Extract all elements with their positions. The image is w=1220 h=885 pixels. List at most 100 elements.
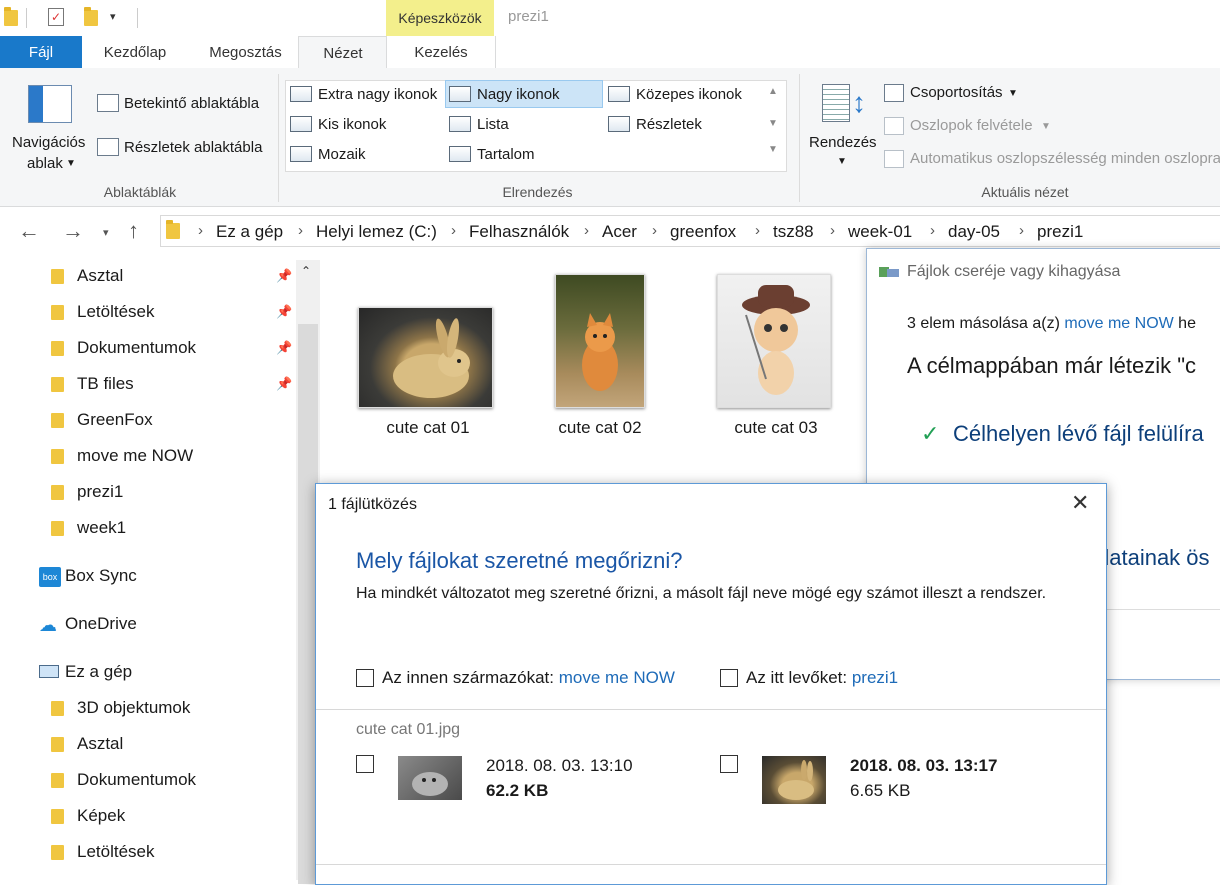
chevron-down-icon[interactable]: ▼ [66,158,76,169]
sidebar-item-quick-access[interactable]: prezi1 [77,482,123,502]
layout-small-icons[interactable]: Kis ikonok [318,116,386,133]
tab-share[interactable]: Megosztás [198,36,293,68]
file-name-label[interactable]: cute cat 03 [717,418,835,438]
gallery-scroll-up-icon[interactable]: ▲ [768,86,778,97]
keep-destination-label[interactable]: Az itt levőket: prezi1 [746,668,898,688]
sidebar-item-pc-folder[interactable]: 3D objektumok [77,698,190,718]
sidebar-item-pc-folder[interactable]: Képek [77,806,125,826]
replace-option[interactable]: Célhelyen lévő fájl felülíra [953,421,1204,447]
file-thumbnail[interactable] [555,274,645,408]
computer-icon [39,665,59,678]
tab-file[interactable]: Fájl [0,36,82,68]
destination-file-checkbox[interactable] [720,755,738,773]
breadcrumb-item[interactable]: Felhasználók [469,222,569,242]
customize-quick-access-icon[interactable]: ▾ [110,10,116,23]
group-by-button[interactable]: Csoportosítás [910,84,1003,101]
breadcrumb-item[interactable]: Helyi lemez (C:) [316,222,437,242]
tab-manage[interactable]: Kezelés [386,36,496,68]
breadcrumb-chevron-icon[interactable]: › [830,222,835,239]
sidebar-item-quick-access[interactable]: week1 [77,518,126,538]
sidebar-item-quick-access[interactable]: move me NOW [77,446,193,466]
close-icon[interactable]: ✕ [1071,490,1089,516]
breadcrumb-chevron-icon[interactable]: › [755,222,760,239]
sidebar-item-pc-folder[interactable]: Letöltések [77,842,155,862]
add-columns-button[interactable]: Oszlopok felvétele [910,117,1033,134]
autosize-columns-button[interactable]: Automatikus oszlopszélesség minden oszlo… [910,150,1220,167]
sidebar-item-quick-access[interactable]: TB files [77,374,134,394]
sidebar-item-quick-access[interactable]: Asztal [77,266,123,286]
file-thumbnail[interactable] [358,307,493,408]
breadcrumb-item[interactable]: week-01 [848,222,912,242]
gallery-scroll-down-icon[interactable]: ▼ [768,118,778,129]
keep-source-label[interactable]: Az innen származókat: move me NOW [382,668,675,688]
new-folder-icon[interactable] [84,7,98,26]
source-folder-link[interactable]: move me NOW [559,668,675,687]
layout-list[interactable]: Lista [477,116,509,133]
back-arrow-icon[interactable]: ← [18,218,40,244]
scroll-up-icon[interactable]: ⌃ [301,264,311,278]
layout-extra-large-icons[interactable]: Extra nagy ikonok [318,86,437,103]
up-arrow-icon[interactable]: ↑ [128,218,139,244]
breadcrumb-chevron-icon[interactable]: › [584,222,589,239]
dialog-title: Fájlok cseréje vagy kihagyása [907,263,1121,280]
sort-button[interactable]: Rendezés [809,134,877,151]
details-pane-button[interactable]: Részletek ablaktábla [124,139,262,156]
file-thumbnail[interactable] [717,274,831,408]
navigation-pane-label-2[interactable]: ablak [27,155,63,172]
breadcrumb-item[interactable]: prezi1 [1037,222,1083,242]
sidebar-item-box-sync[interactable]: Box Sync [65,566,137,586]
destination-folder-link[interactable]: prezi1 [852,668,898,687]
gallery-expand-icon[interactable]: ▼ [768,144,778,155]
sidebar-item-quick-access[interactable]: GreenFox [77,410,153,430]
source-file-checkbox[interactable] [356,755,374,773]
breadcrumb-chevron-icon[interactable]: › [298,222,303,239]
breadcrumb-item[interactable]: Acer [602,222,637,242]
breadcrumb-item[interactable]: day-05 [948,222,1000,242]
keep-destination-checkbox[interactable] [720,669,738,687]
chevron-down-icon[interactable]: ▼ [1041,121,1051,132]
preview-pane-button[interactable]: Betekintő ablaktábla [124,95,259,112]
tab-home[interactable]: Kezdőlap [90,36,180,68]
navigation-pane-label[interactable]: Navigációs [12,134,85,151]
sidebar-item-pc-folder[interactable]: Dokumentumok [77,770,196,790]
context-tab-picture-tools: Képeszközök [386,0,494,36]
sidebar-item-onedrive[interactable]: OneDrive [65,614,137,634]
compare-option-partial[interactable]: datainak ös [1097,545,1210,571]
destination-file-thumbnail[interactable] [762,756,826,804]
source-file-thumbnail[interactable] [398,756,462,800]
properties-icon[interactable]: ✓ [48,8,64,26]
file-name-label[interactable]: cute cat 01 [358,418,498,438]
exists-message: A célmappában már létezik "c [907,353,1197,378]
layout-medium-icons[interactable]: Közepes ikonok [636,86,742,103]
layout-tiles[interactable]: Mozaik [318,146,366,163]
breadcrumb-chevron-icon[interactable]: › [1019,222,1024,239]
pin-icon[interactable]: 📌 [276,304,292,320]
recent-locations-chevron-icon[interactable]: ▾ [103,226,109,239]
sidebar-item-quick-access[interactable]: Dokumentumok [77,338,196,358]
navigation-pane-icon[interactable] [28,85,72,123]
file-name-label[interactable]: cute cat 02 [540,418,660,438]
pin-icon[interactable]: 📌 [276,376,292,392]
layout-details[interactable]: Részletek [636,116,702,133]
breadcrumb-item[interactable]: greenfox [670,222,736,242]
layout-content[interactable]: Tartalom [477,146,535,163]
breadcrumb-chevron-icon[interactable]: › [198,222,203,239]
chevron-down-icon[interactable]: ▼ [1008,88,1018,99]
chevron-down-icon[interactable]: ▼ [837,156,847,167]
breadcrumb-item[interactable]: Ez a gép [216,222,283,242]
sidebar-item-pc-folder[interactable]: Asztal [77,734,123,754]
breadcrumb-chevron-icon[interactable]: › [930,222,935,239]
source-folder-link[interactable]: move me NOW [1064,315,1173,332]
sort-icon[interactable]: ↕ [822,84,866,124]
pin-icon[interactable]: 📌 [276,340,292,356]
sidebar-item-this-pc[interactable]: Ez a gép [65,662,132,682]
layout-large-icons[interactable]: Nagy ikonok [477,86,560,103]
tab-view[interactable]: Nézet [298,36,388,70]
sidebar-item-quick-access[interactable]: Letöltések [77,302,155,322]
breadcrumb-item[interactable]: tsz88 [773,222,814,242]
breadcrumb-chevron-icon[interactable]: › [451,222,456,239]
breadcrumb-chevron-icon[interactable]: › [652,222,657,239]
forward-arrow-icon[interactable]: → [62,218,84,244]
pin-icon[interactable]: 📌 [276,268,292,284]
keep-source-checkbox[interactable] [356,669,374,687]
